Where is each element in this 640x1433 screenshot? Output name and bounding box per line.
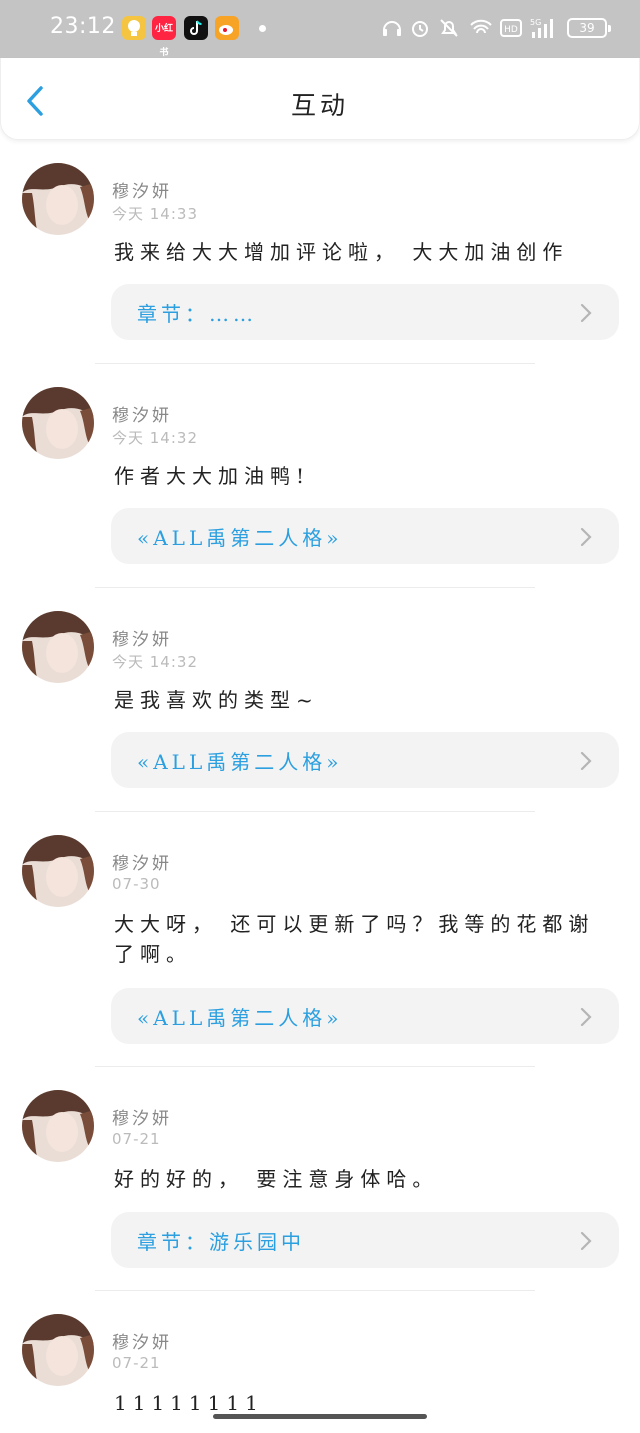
notification-dot [259,25,266,32]
username[interactable]: 穆汐妍 [112,849,172,874]
linked-book-card[interactable]: «ALL禹第二人格» [111,508,619,564]
comment-time: 07-21 [112,1354,161,1372]
avatar[interactable] [22,611,94,683]
linked-book-label: «ALL禹第二人格» [137,750,343,774]
username[interactable]: 穆汐妍 [112,625,172,650]
username[interactable]: 穆汐妍 [112,177,172,202]
chevron-right-icon [580,1007,592,1027]
comment-text: 作者大大加油鸭! [114,464,311,488]
headphones-icon [383,21,401,36]
avatar[interactable] [22,835,94,907]
divider [95,811,535,812]
wifi-icon [470,19,492,34]
bulb-app-icon [122,16,146,40]
xiaohongshu-app-icon: 小红书 [152,16,176,57]
chevron-right-icon [580,527,592,547]
comment-time: 07-21 [112,1130,161,1148]
linked-book-label: «ALL禹第二人格» [137,1006,343,1030]
divider [95,1066,535,1067]
divider [95,1290,535,1291]
comment-text: 大大呀， 还可以更新了吗？我等的花都谢了啊。 [114,912,595,966]
linked-chapter-label: 章节：…… [137,302,257,326]
home-indicator[interactable] [213,1414,427,1419]
username[interactable]: 穆汐妍 [112,1104,172,1129]
header-bar: 互动 [0,58,640,140]
hd-icon: HD [500,19,522,37]
linked-chapter-label: 章节：游乐园中 [137,1230,305,1254]
signal-5g-icon: 5G [530,18,553,38]
weibo-app-icon [215,16,239,40]
comment-time: 07-30 [112,875,161,893]
mute-bell-icon [440,19,458,37]
svg-text:HD: HD [504,25,518,35]
divider [95,587,535,588]
page-title: 互动 [290,91,349,120]
comment-text: 好的好的， 要注意身体哈。 [114,1167,439,1191]
battery-icon: 39 [567,18,611,38]
comment-time: 今天 14:33 [112,205,198,223]
chevron-right-icon [580,303,592,323]
comment-text: 是我喜欢的类型~ [114,688,319,712]
avatar[interactable] [22,387,94,459]
linked-book-card[interactable]: «ALL禹第二人格» [111,988,619,1044]
avatar[interactable] [22,1314,94,1386]
svg-text:5G: 5G [530,18,541,27]
comment-time: 今天 14:32 [112,653,198,671]
status-bar: 23:12 小红书 HD 5G 39 [0,0,640,58]
linked-book-card[interactable]: «ALL禹第二人格» [111,732,619,788]
chevron-right-icon [580,1231,592,1251]
username[interactable]: 穆汐妍 [112,401,172,426]
username[interactable]: 穆汐妍 [112,1328,172,1353]
alarm-icon [412,21,428,37]
linked-chapter-card[interactable]: 章节：…… [111,284,619,340]
avatar[interactable] [22,1090,94,1162]
linked-book-label: «ALL禹第二人格» [137,526,343,550]
divider [95,363,535,364]
linked-chapter-card[interactable]: 章节：游乐园中 [111,1212,619,1268]
comment-time: 今天 14:32 [112,429,198,447]
status-time: 23:12 [50,14,116,39]
avatar[interactable] [22,163,94,235]
tiktok-app-icon [184,16,208,40]
comment-text: 我来给大大增加评论啦， 大大加油创作 [114,240,569,264]
chevron-right-icon [580,751,592,771]
